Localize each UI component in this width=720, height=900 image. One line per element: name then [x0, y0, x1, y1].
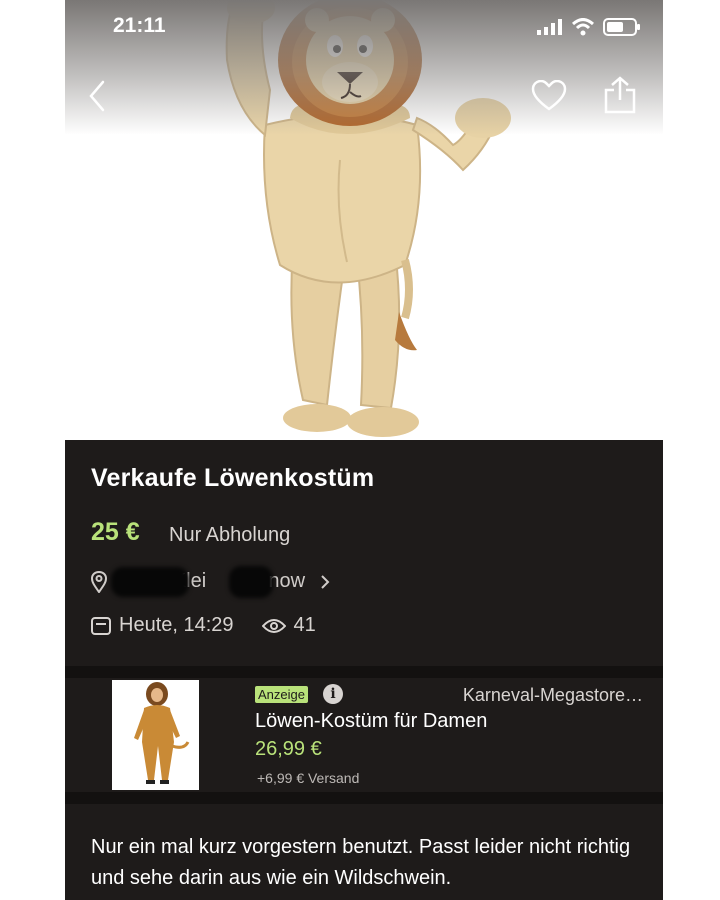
shipping-option: Nur Abholung: [169, 524, 291, 546]
sponsored-ad[interactable]: Anzeige i Karneval-Megastore… Löwen-Kost…: [65, 678, 663, 792]
posted-date: Heute, 14:29: [119, 614, 234, 636]
location-pin-icon: [91, 570, 107, 593]
calendar-icon: [91, 616, 111, 635]
ad-product-image[interactable]: [112, 680, 199, 790]
meta-row: Heute, 14:29 41: [91, 614, 316, 637]
share-icon: [604, 76, 636, 114]
listing-details: Verkaufe Löwenkostüm 25 € Nur Abholung 1…: [65, 440, 663, 666]
chevron-right-icon: [321, 574, 330, 589]
heart-icon: [531, 79, 567, 111]
back-button[interactable]: [87, 78, 107, 118]
ad-shipping: +6,99 € Versand: [257, 770, 360, 786]
section-divider: [65, 666, 663, 678]
redaction-mark: [111, 567, 189, 597]
share-button[interactable]: [603, 76, 637, 118]
back-icon: [89, 80, 105, 112]
location-row[interactable]: 12 Kleiachnow: [91, 566, 331, 598]
info-icon[interactable]: i: [323, 684, 343, 704]
wifi-icon: [571, 18, 595, 36]
phone-screen: 21:11 Verkaufe Löwenkostüm 25 € Nur Abho…: [65, 0, 663, 900]
view-count: 41: [293, 614, 316, 636]
product-photo[interactable]: [65, 0, 663, 440]
section-divider: [65, 792, 663, 804]
listing-title: Verkaufe Löwenkostüm: [91, 464, 375, 492]
signal-icon: [537, 19, 562, 35]
ad-badge: Anzeige: [255, 686, 308, 703]
status-bar: 21:11: [65, 0, 663, 58]
eye-icon: [261, 618, 286, 633]
ad-seller[interactable]: Karneval-Megastore…: [463, 685, 643, 706]
location-text: 12 Kleiachnow: [111, 566, 305, 598]
listing-price: 25 €: [91, 518, 140, 546]
status-time: 21:11: [113, 14, 166, 37]
listing-description: Nur ein mal kurz vorgestern benutzt. Pas…: [91, 836, 631, 889]
ad-costume-image: [134, 682, 190, 784]
battery-icon: [603, 18, 640, 36]
ad-price: 26,99 €: [255, 738, 322, 760]
ad-title[interactable]: Löwen-Kostüm für Damen: [255, 710, 487, 733]
redaction-mark: [229, 566, 273, 598]
favorite-button[interactable]: [531, 79, 567, 116]
